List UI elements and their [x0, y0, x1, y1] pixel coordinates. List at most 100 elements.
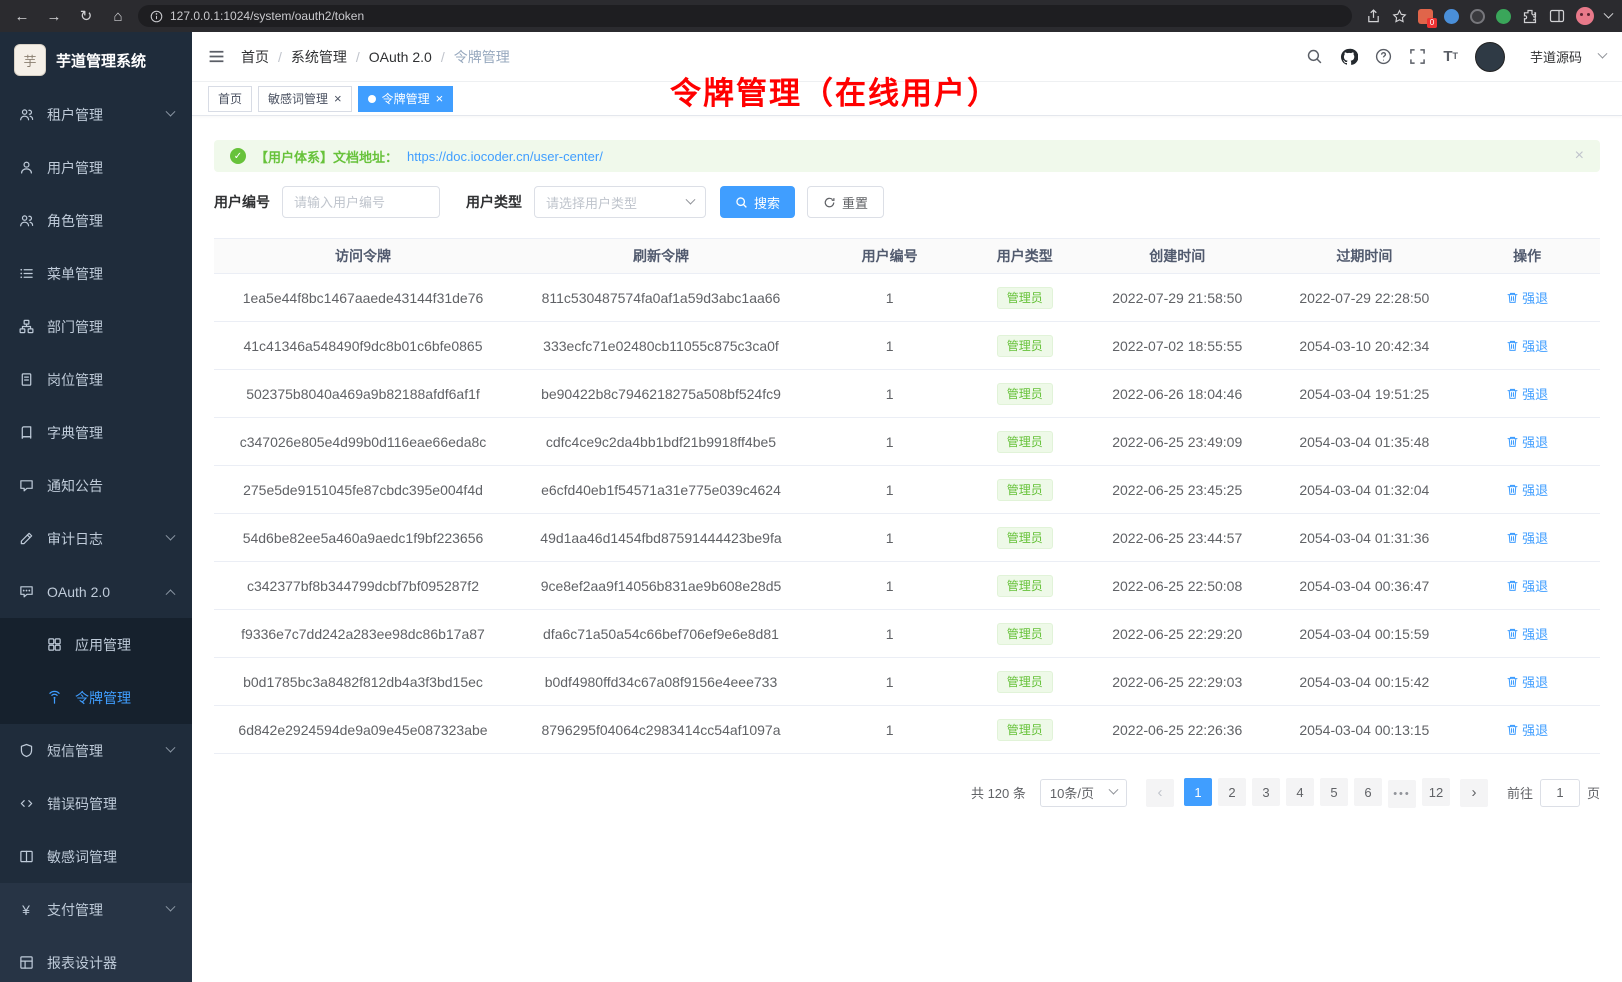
- force-logout-button[interactable]: 强退: [1506, 432, 1548, 451]
- sidebar-item-dept[interactable]: 部门管理: [0, 300, 192, 353]
- force-logout-button[interactable]: 强退: [1506, 480, 1548, 499]
- url-text: 127.0.0.1:1024/system/oauth2/token: [170, 9, 364, 23]
- force-logout-button[interactable]: 强退: [1506, 528, 1548, 547]
- extension-icon-3[interactable]: [1470, 9, 1485, 24]
- user-id-cell: 1: [810, 562, 969, 609]
- page-button[interactable]: 12: [1422, 778, 1450, 806]
- sidebar-item-audit-log[interactable]: 审计日志: [0, 512, 192, 565]
- expire-time-cell: 2054-03-04 01:35:48: [1274, 418, 1454, 465]
- column-header: 访问令牌: [214, 239, 512, 273]
- app-logo-row[interactable]: 芋 芋道管理系统: [0, 32, 192, 88]
- goto-page: 前往 页: [1507, 779, 1600, 807]
- force-logout-button[interactable]: 强退: [1506, 384, 1548, 403]
- tab-token[interactable]: 令牌管理×: [358, 86, 454, 112]
- list-icon: [18, 266, 34, 281]
- user-type-cell: 管理员: [969, 274, 1080, 321]
- user-type-select[interactable]: 请选择用户类型: [534, 186, 706, 218]
- expire-time-cell: 2054-03-04 00:36:47: [1274, 562, 1454, 609]
- sidebar-item-report-designer[interactable]: 报表设计器: [0, 936, 192, 982]
- create-time-cell: 2022-07-02 18:55:55: [1080, 322, 1274, 369]
- doc-link[interactable]: https://doc.iocoder.cn/user-center/: [407, 149, 603, 164]
- user-id-input[interactable]: [282, 186, 440, 218]
- search-icon[interactable]: [1306, 48, 1323, 65]
- sidebar-item-role[interactable]: 角色管理: [0, 194, 192, 247]
- sidebar-item-menu[interactable]: 菜单管理: [0, 247, 192, 300]
- profile-avatar[interactable]: [1576, 7, 1594, 25]
- extensions-puzzle-icon[interactable]: [1522, 8, 1538, 24]
- page-button[interactable]: 6: [1354, 778, 1382, 806]
- breadcrumb-item[interactable]: 首页: [241, 47, 269, 67]
- force-logout-button[interactable]: 强退: [1506, 288, 1548, 307]
- extension-icon-2[interactable]: [1444, 9, 1459, 24]
- reset-button[interactable]: 重置: [807, 186, 884, 218]
- force-logout-button[interactable]: 强退: [1506, 672, 1548, 691]
- sidebar-item-pay[interactable]: ¥ 支付管理: [0, 883, 192, 936]
- sidebar-toggle-icon[interactable]: [208, 48, 225, 65]
- delete-icon: [1506, 291, 1519, 304]
- reload-button[interactable]: ↻: [74, 4, 98, 28]
- user-type-badge: 管理员: [997, 335, 1053, 357]
- back-button[interactable]: ←: [10, 4, 34, 28]
- chevron-down-icon[interactable]: [1598, 49, 1608, 59]
- force-logout-button[interactable]: 强退: [1506, 576, 1548, 595]
- sidebar-item-oauth2[interactable]: OAuth 2.0: [0, 565, 192, 618]
- prev-page-button[interactable]: ‹: [1146, 779, 1174, 807]
- share-icon[interactable]: [1366, 9, 1381, 24]
- fullscreen-icon[interactable]: [1409, 48, 1426, 65]
- close-icon[interactable]: ×: [436, 92, 444, 105]
- sidebar-item-oauth2-token[interactable]: 令牌管理: [0, 671, 192, 724]
- extension-icon-4[interactable]: [1496, 9, 1511, 24]
- expire-time-cell: 2054-03-04 01:31:36: [1274, 514, 1454, 561]
- close-icon[interactable]: ×: [1575, 148, 1584, 164]
- tab-home[interactable]: 首页: [208, 86, 252, 112]
- sidebar-item-error-code[interactable]: 错误码管理: [0, 777, 192, 830]
- refresh-token-cell: 49d1aa46d1454fbd87591444423be9fa: [512, 514, 810, 561]
- refresh-token-cell: dfa6c71a50a54c66bef706ef9e6e8d81: [512, 610, 810, 657]
- delete-icon: [1506, 435, 1519, 448]
- page-button[interactable]: 5: [1320, 778, 1348, 806]
- sidebar-item-oauth2-app[interactable]: 应用管理: [0, 618, 192, 671]
- sidebar-item-user[interactable]: 用户管理: [0, 141, 192, 194]
- side-panel-icon[interactable]: [1549, 8, 1565, 24]
- home-button[interactable]: ⌂: [106, 4, 130, 28]
- user-icon: [18, 160, 34, 175]
- access-token-cell: 54d6be82ee5a460a9aedc1f9bf223656: [214, 514, 512, 561]
- expire-time-cell: 2054-03-04 00:15:42: [1274, 658, 1454, 705]
- site-info-icon[interactable]: [150, 10, 163, 23]
- sidebar-item-dict[interactable]: 字典管理: [0, 406, 192, 459]
- breadcrumb-item[interactable]: 系统管理: [291, 47, 347, 67]
- goto-page-input[interactable]: [1540, 779, 1580, 807]
- font-size-icon[interactable]: TT: [1443, 49, 1458, 64]
- address-bar[interactable]: 127.0.0.1:1024/system/oauth2/token: [138, 5, 1352, 27]
- help-icon[interactable]: [1375, 48, 1392, 65]
- sidebar-item-post[interactable]: 岗位管理: [0, 353, 192, 406]
- tab-sensitive-word[interactable]: 敏感词管理×: [258, 86, 352, 112]
- page-button[interactable]: 3: [1252, 778, 1280, 806]
- next-page-button[interactable]: ›: [1460, 779, 1488, 807]
- pagination: 共 120 条 10条/页 ‹ 123456•••12 › 前往 页: [214, 778, 1600, 808]
- breadcrumb-item[interactable]: OAuth 2.0: [369, 49, 432, 65]
- force-logout-button[interactable]: 强退: [1506, 720, 1548, 739]
- sidebar-item-notice[interactable]: 通知公告: [0, 459, 192, 512]
- github-icon[interactable]: [1340, 48, 1358, 66]
- user-name: 芋道源码: [1530, 47, 1582, 66]
- sidebar-item-tenant[interactable]: 租户管理: [0, 88, 192, 141]
- page-button[interactable]: 1: [1184, 778, 1212, 806]
- page-button[interactable]: 2: [1218, 778, 1246, 806]
- bookmark-star-icon[interactable]: [1392, 9, 1407, 24]
- expire-time-cell: 2022-07-29 22:28:50: [1274, 274, 1454, 321]
- close-icon[interactable]: ×: [334, 92, 342, 105]
- page-size-select[interactable]: 10条/页: [1040, 779, 1127, 807]
- sidebar-item-sensitive-word[interactable]: 敏感词管理: [0, 830, 192, 883]
- user-avatar[interactable]: [1475, 42, 1505, 72]
- search-button[interactable]: 搜索: [720, 186, 795, 218]
- force-logout-button[interactable]: 强退: [1506, 336, 1548, 355]
- page-button[interactable]: 4: [1286, 778, 1314, 806]
- page-more-button[interactable]: •••: [1388, 780, 1416, 808]
- user-id-cell: 1: [810, 274, 969, 321]
- sidebar-item-sms[interactable]: 短信管理: [0, 724, 192, 777]
- extension-icon-1[interactable]: 0: [1418, 9, 1433, 24]
- chevron-down-icon[interactable]: [1604, 8, 1614, 18]
- forward-button[interactable]: →: [42, 4, 66, 28]
- force-logout-button[interactable]: 强退: [1506, 624, 1548, 643]
